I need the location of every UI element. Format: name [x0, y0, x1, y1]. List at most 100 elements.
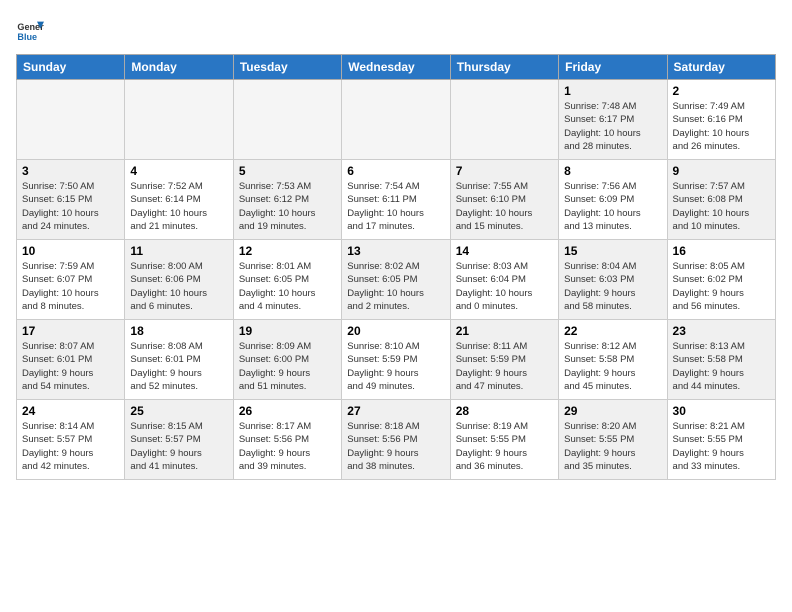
header-tuesday: Tuesday: [233, 55, 341, 80]
day-cell: [125, 80, 233, 160]
day-cell: 8 Sunrise: 7:56 AM Sunset: 6:09 PM Daylig…: [559, 160, 667, 240]
day-cell: 18 Sunrise: 8:08 AM Sunset: 6:01 PM Dayli…: [125, 320, 233, 400]
day-number: 9: [673, 164, 770, 178]
day-info: Sunrise: 8:14 AM Sunset: 5:57 PM Dayligh…: [22, 420, 119, 473]
day-cell: 21 Sunrise: 8:11 AM Sunset: 5:59 PM Dayli…: [450, 320, 558, 400]
day-info: Sunrise: 8:15 AM Sunset: 5:57 PM Dayligh…: [130, 420, 227, 473]
day-cell: 19 Sunrise: 8:09 AM Sunset: 6:00 PM Dayli…: [233, 320, 341, 400]
day-cell: [233, 80, 341, 160]
day-info: Sunrise: 8:21 AM Sunset: 5:55 PM Dayligh…: [673, 420, 770, 473]
day-cell: [17, 80, 125, 160]
day-cell: 27 Sunrise: 8:18 AM Sunset: 5:56 PM Dayli…: [342, 400, 450, 480]
day-cell: 9 Sunrise: 7:57 AM Sunset: 6:08 PM Daylig…: [667, 160, 775, 240]
day-number: 22: [564, 324, 661, 338]
day-number: 3: [22, 164, 119, 178]
day-info: Sunrise: 8:20 AM Sunset: 5:55 PM Dayligh…: [564, 420, 661, 473]
day-info: Sunrise: 8:05 AM Sunset: 6:02 PM Dayligh…: [673, 260, 770, 313]
day-cell: 17 Sunrise: 8:07 AM Sunset: 6:01 PM Dayli…: [17, 320, 125, 400]
day-cell: 6Sunrise: 7:54 AM Sunset: 6:11 PM Daylig…: [342, 160, 450, 240]
day-cell: 22 Sunrise: 8:12 AM Sunset: 5:58 PM Dayli…: [559, 320, 667, 400]
day-info: Sunrise: 7:49 AM Sunset: 6:16 PM Dayligh…: [673, 100, 770, 153]
day-number: 1: [564, 84, 661, 98]
day-number: 15: [564, 244, 661, 258]
day-cell: 23 Sunrise: 8:13 AM Sunset: 5:58 PM Dayli…: [667, 320, 775, 400]
day-info: Sunrise: 8:12 AM Sunset: 5:58 PM Dayligh…: [564, 340, 661, 393]
day-number: 27: [347, 404, 444, 418]
day-cell: 14 Sunrise: 8:03 AM Sunset: 6:04 PM Dayli…: [450, 240, 558, 320]
day-number: 12: [239, 244, 336, 258]
day-cell: 4Sunrise: 7:52 AM Sunset: 6:14 PM Daylig…: [125, 160, 233, 240]
day-number: 7: [456, 164, 553, 178]
day-cell: 11 Sunrise: 8:00 AM Sunset: 6:06 PM Dayli…: [125, 240, 233, 320]
day-number: 19: [239, 324, 336, 338]
day-number: 17: [22, 324, 119, 338]
day-info: Sunrise: 7:53 AM Sunset: 6:12 PM Dayligh…: [239, 180, 336, 233]
day-cell: 30 Sunrise: 8:21 AM Sunset: 5:55 PM Dayli…: [667, 400, 775, 480]
header-saturday: Saturday: [667, 55, 775, 80]
calendar-table: SundayMondayTuesdayWednesdayThursdayFrid…: [16, 54, 776, 480]
day-info: Sunrise: 8:04 AM Sunset: 6:03 PM Dayligh…: [564, 260, 661, 313]
day-cell: 2 Sunrise: 7:49 AM Sunset: 6:16 PM Daylig…: [667, 80, 775, 160]
day-cell: 10Sunrise: 7:59 AM Sunset: 6:07 PM Dayli…: [17, 240, 125, 320]
day-info: Sunrise: 7:56 AM Sunset: 6:09 PM Dayligh…: [564, 180, 661, 233]
day-info: Sunrise: 8:11 AM Sunset: 5:59 PM Dayligh…: [456, 340, 553, 393]
logo: General Blue: [16, 16, 44, 44]
day-info: Sunrise: 8:00 AM Sunset: 6:06 PM Dayligh…: [130, 260, 227, 313]
day-info: Sunrise: 8:07 AM Sunset: 6:01 PM Dayligh…: [22, 340, 119, 393]
day-info: Sunrise: 8:17 AM Sunset: 5:56 PM Dayligh…: [239, 420, 336, 473]
day-number: 14: [456, 244, 553, 258]
day-info: Sunrise: 7:52 AM Sunset: 6:14 PM Dayligh…: [130, 180, 227, 233]
day-number: 25: [130, 404, 227, 418]
svg-text:Blue: Blue: [17, 32, 37, 42]
day-cell: 16 Sunrise: 8:05 AM Sunset: 6:02 PM Dayli…: [667, 240, 775, 320]
day-number: 29: [564, 404, 661, 418]
day-info: Sunrise: 8:01 AM Sunset: 6:05 PM Dayligh…: [239, 260, 336, 313]
logo-icon: General Blue: [16, 16, 44, 44]
day-info: Sunrise: 8:18 AM Sunset: 5:56 PM Dayligh…: [347, 420, 444, 473]
day-cell: 20 Sunrise: 8:10 AM Sunset: 5:59 PM Dayli…: [342, 320, 450, 400]
header-thursday: Thursday: [450, 55, 558, 80]
day-number: 28: [456, 404, 553, 418]
day-info: Sunrise: 7:54 AM Sunset: 6:11 PM Dayligh…: [347, 180, 444, 233]
day-info: Sunrise: 7:57 AM Sunset: 6:08 PM Dayligh…: [673, 180, 770, 233]
day-number: 23: [673, 324, 770, 338]
calendar-body: 1 Sunrise: 7:48 AM Sunset: 6:17 PM Daylig…: [17, 80, 776, 480]
day-number: 16: [673, 244, 770, 258]
day-info: Sunrise: 8:03 AM Sunset: 6:04 PM Dayligh…: [456, 260, 553, 313]
header-friday: Friday: [559, 55, 667, 80]
day-info: Sunrise: 8:19 AM Sunset: 5:55 PM Dayligh…: [456, 420, 553, 473]
day-cell: 26 Sunrise: 8:17 AM Sunset: 5:56 PM Dayli…: [233, 400, 341, 480]
day-number: 11: [130, 244, 227, 258]
day-cell: 12 Sunrise: 8:01 AM Sunset: 6:05 PM Dayli…: [233, 240, 341, 320]
day-cell: 5 Sunrise: 7:53 AM Sunset: 6:12 PM Daylig…: [233, 160, 341, 240]
week-row-3: 17 Sunrise: 8:07 AM Sunset: 6:01 PM Dayli…: [17, 320, 776, 400]
day-info: Sunrise: 7:48 AM Sunset: 6:17 PM Dayligh…: [564, 100, 661, 153]
calendar-header: SundayMondayTuesdayWednesdayThursdayFrid…: [17, 55, 776, 80]
day-info: Sunrise: 7:55 AM Sunset: 6:10 PM Dayligh…: [456, 180, 553, 233]
day-cell: 28 Sunrise: 8:19 AM Sunset: 5:55 PM Dayli…: [450, 400, 558, 480]
week-row-0: 1 Sunrise: 7:48 AM Sunset: 6:17 PM Daylig…: [17, 80, 776, 160]
day-number: 18: [130, 324, 227, 338]
day-number: 20: [347, 324, 444, 338]
day-info: Sunrise: 8:13 AM Sunset: 5:58 PM Dayligh…: [673, 340, 770, 393]
day-info: Sunrise: 8:09 AM Sunset: 6:00 PM Dayligh…: [239, 340, 336, 393]
page-header: General Blue: [16, 16, 776, 44]
day-number: 10: [22, 244, 119, 258]
day-info: Sunrise: 8:10 AM Sunset: 5:59 PM Dayligh…: [347, 340, 444, 393]
day-number: 21: [456, 324, 553, 338]
day-info: Sunrise: 8:08 AM Sunset: 6:01 PM Dayligh…: [130, 340, 227, 393]
day-info: Sunrise: 7:50 AM Sunset: 6:15 PM Dayligh…: [22, 180, 119, 233]
day-cell: 7 Sunrise: 7:55 AM Sunset: 6:10 PM Daylig…: [450, 160, 558, 240]
day-cell: 13Sunrise: 8:02 AM Sunset: 6:05 PM Dayli…: [342, 240, 450, 320]
week-row-1: 3 Sunrise: 7:50 AM Sunset: 6:15 PM Daylig…: [17, 160, 776, 240]
header-wednesday: Wednesday: [342, 55, 450, 80]
day-cell: 24Sunrise: 8:14 AM Sunset: 5:57 PM Dayli…: [17, 400, 125, 480]
day-cell: 3 Sunrise: 7:50 AM Sunset: 6:15 PM Daylig…: [17, 160, 125, 240]
header-monday: Monday: [125, 55, 233, 80]
day-info: Sunrise: 8:02 AM Sunset: 6:05 PM Dayligh…: [347, 260, 444, 313]
day-number: 26: [239, 404, 336, 418]
day-number: 5: [239, 164, 336, 178]
day-number: 2: [673, 84, 770, 98]
day-number: 8: [564, 164, 661, 178]
day-number: 30: [673, 404, 770, 418]
